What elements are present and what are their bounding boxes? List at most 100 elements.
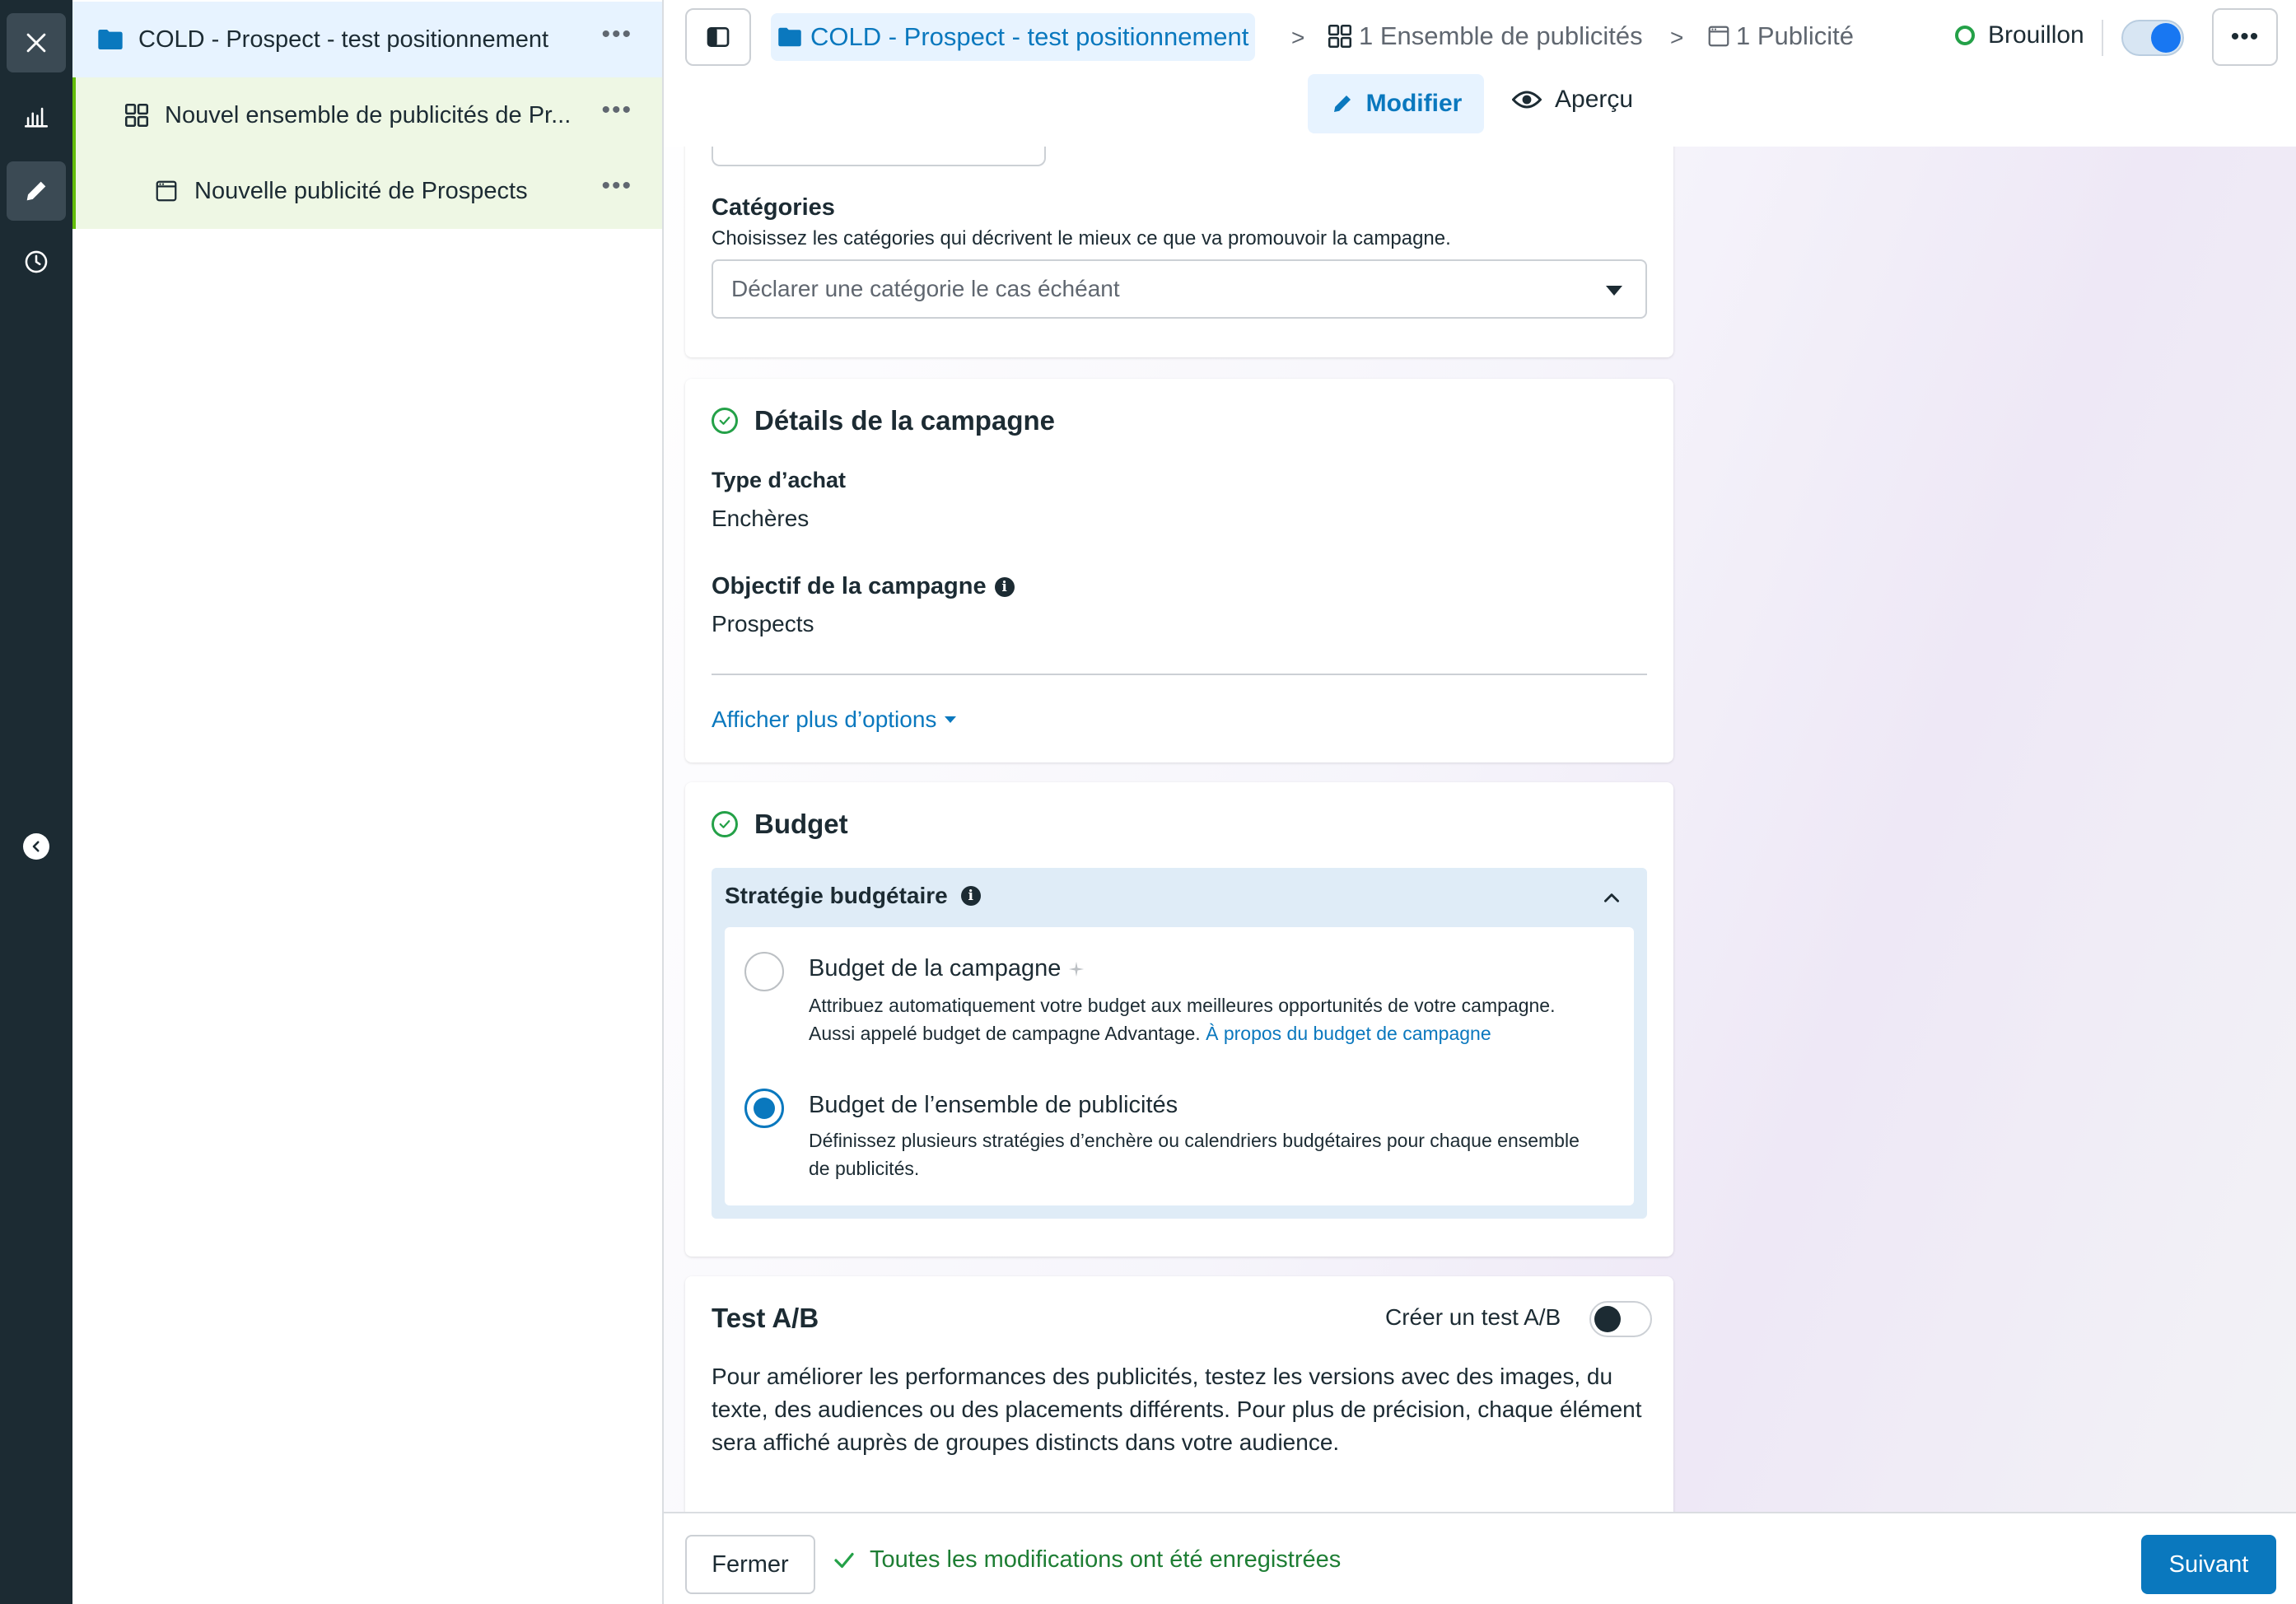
check-circle-icon: [712, 811, 738, 837]
buy-type-value: Enchères: [712, 506, 810, 531]
campaign-details-card: Détails de la campagne Type d’achat Ench…: [685, 379, 1673, 762]
campaign-budget-title: Budget de la campagne: [809, 955, 1085, 982]
tree-item-campaign[interactable]: COLD - Prospect - test positionnement ••…: [72, 2, 662, 77]
history-button[interactable]: [7, 232, 66, 291]
details-title: Détails de la campagne: [712, 405, 1055, 436]
ab-test-description: Pour améliorer les performances des publ…: [712, 1364, 1642, 1455]
categories-card: Catégories Choisissez les catégories qui…: [685, 124, 1673, 357]
more-actions-button[interactable]: •••: [2212, 8, 2278, 66]
collapse-rail-button[interactable]: [23, 833, 49, 860]
tree-item-label: Nouvel ensemble de publicités de Pr...: [165, 101, 572, 128]
pencil-icon: [26, 181, 46, 201]
show-more-options-text: Afficher plus d’options: [712, 706, 937, 732]
info-icon[interactable]: i: [960, 886, 981, 906]
dropdown-caret-icon: [1606, 286, 1622, 296]
about-campaign-budget-link[interactable]: À propos du budget de campagne: [1206, 1023, 1491, 1044]
close-editor-button[interactable]: [7, 13, 66, 72]
breadcrumb-adsets-text: 1 Ensemble de publicités: [1359, 21, 1643, 50]
preview-tab[interactable]: Aperçu: [1512, 86, 1633, 114]
grid-icon: [122, 100, 152, 130]
budget-strategy-section: Stratégie budgétaire i Budget de la camp…: [712, 868, 1647, 1219]
close-button[interactable]: Fermer: [685, 1535, 815, 1594]
toggle-panel-button[interactable]: [685, 8, 751, 66]
folder-icon: [96, 25, 125, 54]
toggle-knob: [1594, 1306, 1621, 1332]
status-text: Brouillon: [1988, 21, 2084, 49]
budget-card: Budget Stratégie budgétaire i Budget de …: [685, 782, 1673, 1257]
save-status-text: Toutes les modifications ont été enregis…: [870, 1546, 1342, 1573]
breadcrumb-campaign[interactable]: COLD - Prospect - test positionnement: [771, 13, 1256, 61]
categories-label: Catégories: [712, 194, 835, 221]
status-ring-icon: [1955, 26, 1975, 45]
tree-item-ad[interactable]: Nouvelle publicité de Prospects •••: [72, 153, 662, 229]
checkmark-icon: [834, 1552, 854, 1568]
breadcrumb-separator: >: [1291, 25, 1305, 50]
objective-label-text: Objectif de la campagne: [712, 573, 987, 599]
ad-card-icon: [1708, 26, 1729, 47]
preview-tab-label: Aperçu: [1555, 86, 1634, 113]
categories-help: Choisissez les catégories qui décrivent …: [712, 227, 1451, 249]
category-select[interactable]: Déclarer une catégorie le cas échéant: [712, 259, 1647, 319]
tree-item-adset[interactable]: Nouvel ensemble de publicités de Pr... •…: [72, 77, 662, 153]
edit-tab[interactable]: Modifier: [1308, 74, 1484, 133]
objective-label: Objectif de la campagne i: [712, 573, 1015, 600]
campaign-budget-desc: Attribuez automatiquement votre budget a…: [809, 991, 1599, 1047]
chevron-up-icon[interactable]: [1601, 888, 1622, 909]
status-badge: Brouillon: [1955, 21, 2084, 49]
eye-icon: [1512, 91, 1542, 109]
sidebar-panel-icon: [707, 27, 730, 47]
ad-card-icon: [152, 176, 181, 206]
pencil-icon: [1333, 96, 1351, 112]
divider: [2102, 20, 2103, 56]
budget-strategy-header[interactable]: Stratégie budgétaire i: [725, 883, 981, 909]
buy-type-label: Type d’achat: [712, 468, 847, 492]
show-more-options-link[interactable]: Afficher plus d’options: [712, 706, 957, 733]
campaign-tree-panel: COLD - Prospect - test positionnement ••…: [72, 0, 664, 1604]
sparkle-icon: [1069, 961, 1085, 977]
editor-header: COLD - Prospect - test positionnement > …: [664, 0, 2296, 147]
toggle-knob: [2151, 23, 2181, 53]
adset-budget-title: Budget de l’ensemble de publicités: [809, 1092, 1178, 1118]
budget-options: Budget de la campagne Attribuez automati…: [725, 927, 1634, 1205]
tree-item-label: COLD - Prospect - test positionnement: [138, 26, 549, 53]
budget-strategy-label: Stratégie budgétaire: [725, 883, 948, 908]
more-options-icon[interactable]: •••: [601, 22, 632, 47]
reporting-button[interactable]: [7, 87, 66, 147]
check-circle-icon: [712, 408, 738, 434]
clock-icon: [25, 250, 48, 273]
category-select-placeholder: Déclarer une catégorie le cas échéant: [731, 276, 1120, 301]
campaign-budget-title-text: Budget de la campagne: [809, 955, 1062, 982]
campaign-on-off-toggle[interactable]: [2121, 20, 2184, 56]
info-icon[interactable]: i: [994, 576, 1015, 597]
close-icon: [26, 33, 46, 53]
objective-value: Prospects: [712, 611, 814, 636]
more-options-icon[interactable]: •••: [601, 98, 632, 123]
adset-budget-desc: Définissez plusieurs stratégies d’enchèr…: [809, 1130, 1580, 1179]
save-status: Toutes les modifications ont été enregis…: [832, 1546, 1341, 1574]
more-options-icon[interactable]: •••: [601, 174, 632, 198]
editor-footer: Fermer Toutes les modifications ont été …: [664, 1512, 2296, 1604]
breadcrumb-ads[interactable]: 1 Publicité: [1706, 21, 1854, 51]
breadcrumb-ads-text: 1 Publicité: [1736, 21, 1855, 50]
main-editor: Catégories Choisissez les catégories qui…: [664, 0, 2296, 1604]
bar-chart-icon: [24, 107, 49, 128]
edit-tab-label: Modifier: [1365, 90, 1463, 117]
campaign-budget-radio[interactable]: [744, 952, 784, 991]
left-rail: [0, 0, 72, 1604]
adset-budget-radio[interactable]: [744, 1089, 784, 1128]
divider: [712, 674, 1647, 675]
edit-mode-button[interactable]: [7, 161, 66, 221]
next-button[interactable]: Suivant: [2141, 1535, 2276, 1594]
caret-down-icon: [945, 716, 957, 723]
breadcrumb-separator: >: [1670, 25, 1684, 50]
ab-test-toggle[interactable]: [1589, 1301, 1652, 1337]
ab-test-title: Test A/B: [712, 1303, 819, 1333]
budget-title: Budget: [712, 809, 848, 840]
budget-title-text: Budget: [754, 809, 848, 839]
details-title-text: Détails de la campagne: [754, 405, 1055, 436]
grid-icon: [1328, 24, 1352, 49]
folder-icon: [778, 27, 801, 47]
tree-item-label: Nouvelle publicité de Prospects: [194, 177, 528, 204]
breadcrumb-campaign-text: COLD - Prospect - test positionnement: [810, 22, 1249, 51]
breadcrumb-adsets[interactable]: 1 Ensemble de publicités: [1326, 21, 1643, 51]
